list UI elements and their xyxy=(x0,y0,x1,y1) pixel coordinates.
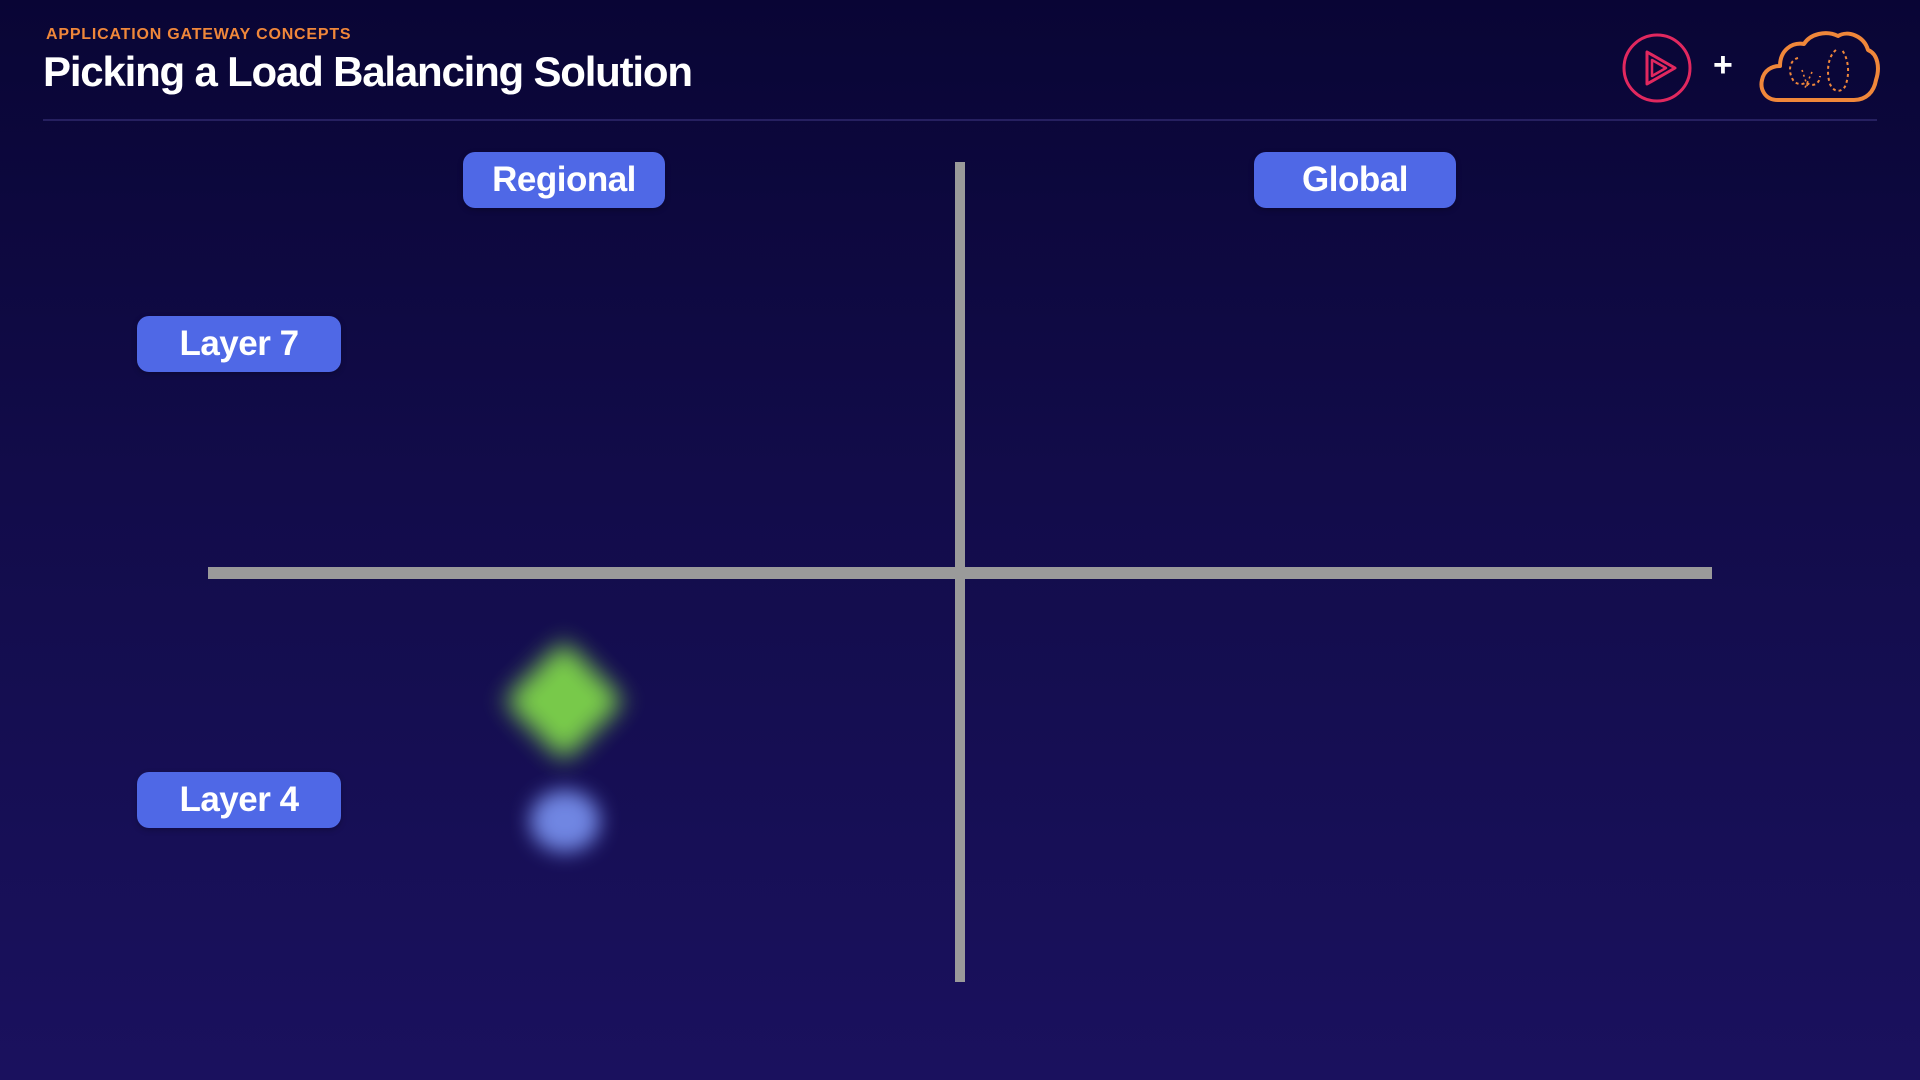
column-label-global: Global xyxy=(1254,152,1456,208)
header-divider xyxy=(43,119,1877,121)
pluralsight-play-icon xyxy=(1622,33,1692,103)
eyebrow-label: APPLICATION GATEWAY CONCEPTS xyxy=(46,26,352,43)
green-diamond-marker xyxy=(503,640,625,762)
horizontal-axis xyxy=(208,567,1712,579)
cloud-brain-icon xyxy=(1759,31,1880,102)
row-label-layer-7: Layer 7 xyxy=(137,316,341,372)
blue-circle-marker xyxy=(530,790,600,852)
column-label-regional: Regional xyxy=(463,152,665,208)
page-title: Picking a Load Balancing Solution xyxy=(43,48,693,95)
plus-symbol: + xyxy=(1713,46,1733,84)
row-label-layer-4: Layer 4 xyxy=(137,772,341,828)
